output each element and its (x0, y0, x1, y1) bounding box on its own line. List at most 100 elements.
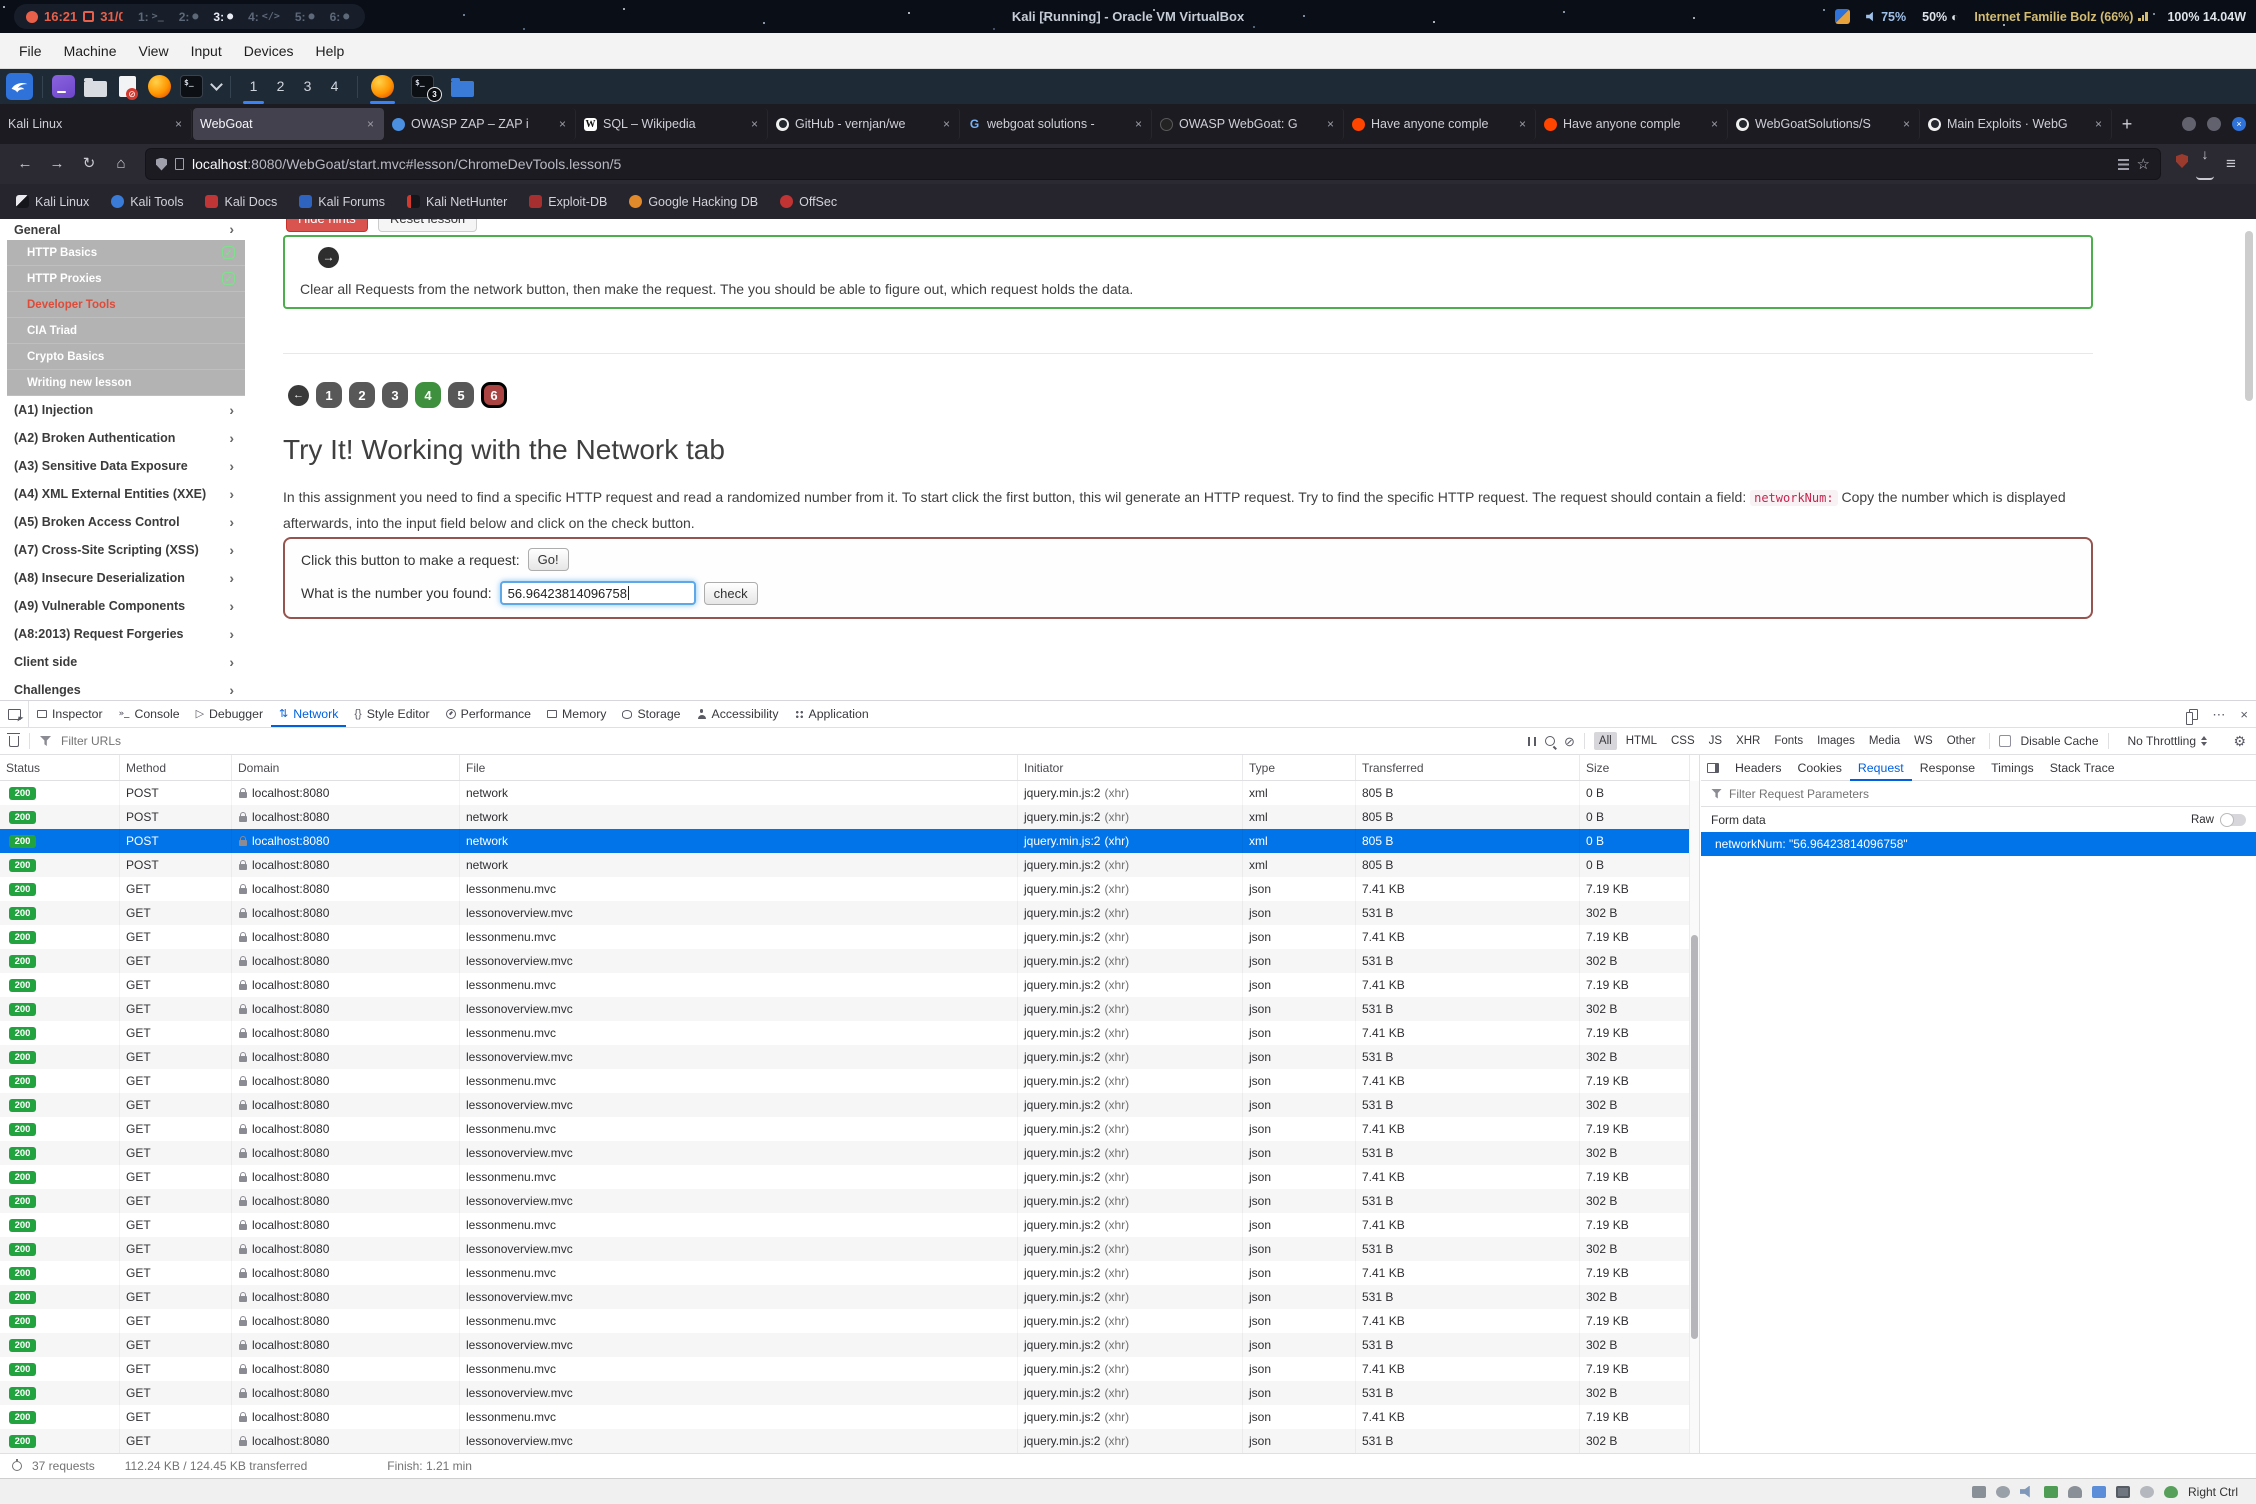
power-indicator[interactable]: 100% 14.04W (2167, 10, 2246, 24)
wifi-indicator[interactable]: Internet Familie Bolz (66%) (1974, 10, 2151, 24)
request-row[interactable]: 200GETlocalhost:8080lessonmenu.mvcjquery… (0, 877, 1690, 901)
request-row[interactable]: 200GETlocalhost:8080lessonmenu.mvcjquery… (0, 1405, 1690, 1429)
type-filter-css[interactable]: CSS (1666, 732, 1700, 750)
request-row[interactable]: 200GETlocalhost:8080lessonoverview.mvcjq… (0, 1429, 1690, 1453)
taskbar-workspace-2[interactable]: 2 (267, 69, 294, 104)
tab-close-icon[interactable]: × (941, 117, 952, 131)
downloads-icon[interactable]: ↓ (2196, 148, 2214, 180)
menu-icon[interactable]: ≡ (2216, 149, 2246, 179)
request-row[interactable]: 200GETlocalhost:8080lessonoverview.mvcjq… (0, 901, 1690, 925)
url-bar[interactable]: localhost:8080/WebGoat/start.mvc#lesson/… (146, 149, 2160, 179)
audio-icon[interactable] (2020, 1486, 2034, 1498)
maximize-button[interactable] (2207, 117, 2221, 131)
search-icon[interactable] (1545, 736, 1555, 746)
pick-element-button[interactable] (0, 701, 29, 727)
forward-button[interactable]: → (42, 149, 72, 179)
workspace-2[interactable]: 2:● (179, 10, 199, 24)
sidebar-lesson[interactable]: HTTP Basics✓ (7, 240, 245, 266)
bookmark-kali-forums[interactable]: Kali Forums (299, 195, 385, 209)
tab-close-icon[interactable]: × (749, 117, 760, 131)
workspace-6[interactable]: 6:● (330, 10, 350, 24)
browser-tab[interactable]: Have anyone comple× (1345, 108, 1536, 140)
request-row[interactable]: 200GETlocalhost:8080lessonmenu.mvcjquery… (0, 1069, 1690, 1093)
sidebar-category[interactable]: (A9) Vulnerable Components› (0, 592, 250, 620)
responsive-mode-icon[interactable] (2189, 709, 2198, 720)
firefox-launcher-icon[interactable] (148, 75, 171, 98)
request-row[interactable]: 200GETlocalhost:8080lessonoverview.mvcjq… (0, 1237, 1690, 1261)
devtools-tab-performance[interactable]: Performance (438, 701, 539, 727)
disable-cache-checkbox[interactable] (1999, 735, 2011, 747)
request-row[interactable]: 200GETlocalhost:8080lessonoverview.mvcjq… (0, 1189, 1690, 1213)
page-button-5[interactable]: 5 (448, 382, 474, 408)
type-filter-other[interactable]: Other (1942, 732, 1981, 750)
column-header-status[interactable]: Status (0, 755, 120, 780)
column-header-size[interactable]: Size (1580, 755, 1690, 780)
home-button[interactable]: ⌂ (106, 149, 136, 179)
virtualbox-tray-icon[interactable] (1835, 9, 1850, 24)
request-row[interactable]: 200GETlocalhost:8080lessonoverview.mvcjq… (0, 1093, 1690, 1117)
sidebar-category[interactable]: (A2) Broken Authentication› (0, 424, 250, 452)
tab-close-icon[interactable]: × (365, 117, 376, 131)
request-row[interactable]: 200GETlocalhost:8080lessonmenu.mvcjquery… (0, 1357, 1690, 1381)
tab-close-icon[interactable]: × (1133, 117, 1144, 131)
filter-params-input[interactable]: Filter Request Parameters (1729, 787, 1869, 801)
performance-analysis-icon[interactable] (12, 1461, 22, 1471)
devtools-tab-accessibility[interactable]: Accessibility (689, 701, 787, 727)
block-requests-icon[interactable]: ⊘ (1564, 735, 1575, 748)
devtools-tab-debugger[interactable]: ▷Debugger (188, 701, 271, 727)
hdd-icon[interactable] (1972, 1486, 1986, 1498)
hide-hints-button[interactable]: Hide hints (286, 219, 368, 232)
bookmark-ghdb[interactable]: Google Hacking DB (629, 195, 758, 209)
file-manager-icon[interactable] (84, 81, 107, 97)
tracking-protection-icon[interactable] (156, 158, 167, 171)
site-info-icon[interactable] (175, 158, 184, 170)
sidebar-category[interactable]: Client side› (0, 648, 250, 676)
request-row[interactable]: 200GETlocalhost:8080lessonmenu.mvcjquery… (0, 1213, 1690, 1237)
reset-lesson-button[interactable]: Reset lesson (378, 219, 477, 232)
details-tab-request[interactable]: Request (1850, 755, 1912, 781)
browser-tab[interactable]: OWASP ZAP – ZAP i× (385, 108, 576, 140)
vm-menu-file[interactable]: File (8, 43, 53, 59)
sidebar-category[interactable]: (A5) Broken Access Control› (0, 508, 250, 536)
mouse-icon[interactable] (2164, 1486, 2178, 1498)
tab-close-icon[interactable]: × (1709, 117, 1720, 131)
sidebar-category[interactable]: General› (0, 219, 250, 240)
request-row[interactable]: 200GETlocalhost:8080lessonmenu.mvcjquery… (0, 1165, 1690, 1189)
vm-menu-input[interactable]: Input (180, 43, 233, 59)
sidebar-lesson[interactable]: Crypto Basics (7, 344, 245, 370)
details-tab-response[interactable]: Response (1912, 755, 1983, 781)
request-row[interactable]: 200POSTlocalhost:8080networkjquery.min.j… (0, 829, 1690, 853)
new-tab-button[interactable]: + (2112, 114, 2142, 135)
network-settings-icon[interactable]: ⚙ (2233, 733, 2246, 750)
vm-menu-devices[interactable]: Devices (233, 43, 305, 59)
sidebar-lesson[interactable]: Writing new lesson (7, 370, 245, 396)
type-filter-fonts[interactable]: Fonts (1769, 732, 1808, 750)
request-row[interactable]: 200GETlocalhost:8080lessonoverview.mvcjq… (0, 1141, 1690, 1165)
devtools-tab-application[interactable]: Application (787, 701, 877, 727)
browser-tab[interactable]: Main Exploits · WebG× (1921, 108, 2112, 140)
type-filter-ws[interactable]: WS (1909, 732, 1938, 750)
tab-close-icon[interactable]: × (1901, 117, 1912, 131)
browser-tab[interactable]: GitHub - vernjan/we× (769, 108, 960, 140)
page-scrollbar[interactable] (2245, 231, 2253, 401)
filter-urls-input[interactable]: Filter URLs (61, 734, 121, 748)
kali-menu-button[interactable] (6, 73, 33, 100)
request-row[interactable]: 200GETlocalhost:8080lessonoverview.mvcjq… (0, 1381, 1690, 1405)
devtools-tab-inspector[interactable]: Inspector (29, 701, 111, 727)
tab-close-icon[interactable]: × (1517, 117, 1528, 131)
request-row[interactable]: 200GETlocalhost:8080lessonoverview.mvcjq… (0, 949, 1690, 973)
running-file-manager[interactable] (447, 69, 478, 104)
request-row[interactable]: 200GETlocalhost:8080lessonoverview.mvcjq… (0, 1333, 1690, 1357)
page-button-1[interactable]: 1 (316, 382, 342, 408)
page-button-3[interactable]: 3 (382, 382, 408, 408)
column-header-transferred[interactable]: Transferred (1356, 755, 1580, 780)
sidebar-lesson[interactable]: CIA Triad (7, 318, 245, 344)
minimize-button[interactable] (2182, 117, 2196, 131)
details-tab-headers[interactable]: Headers (1727, 755, 1789, 781)
browser-tab[interactable]: WebGoat× (193, 108, 384, 140)
details-tab-timings[interactable]: Timings (1983, 755, 2042, 781)
bookmark-exploit-db[interactable]: Exploit-DB (529, 195, 607, 209)
url-text[interactable]: localhost:8080/WebGoat/start.mvc#lesson/… (192, 156, 2110, 172)
type-filter-all[interactable]: All (1594, 732, 1617, 750)
hint-arrow-icon[interactable]: → (318, 247, 339, 268)
